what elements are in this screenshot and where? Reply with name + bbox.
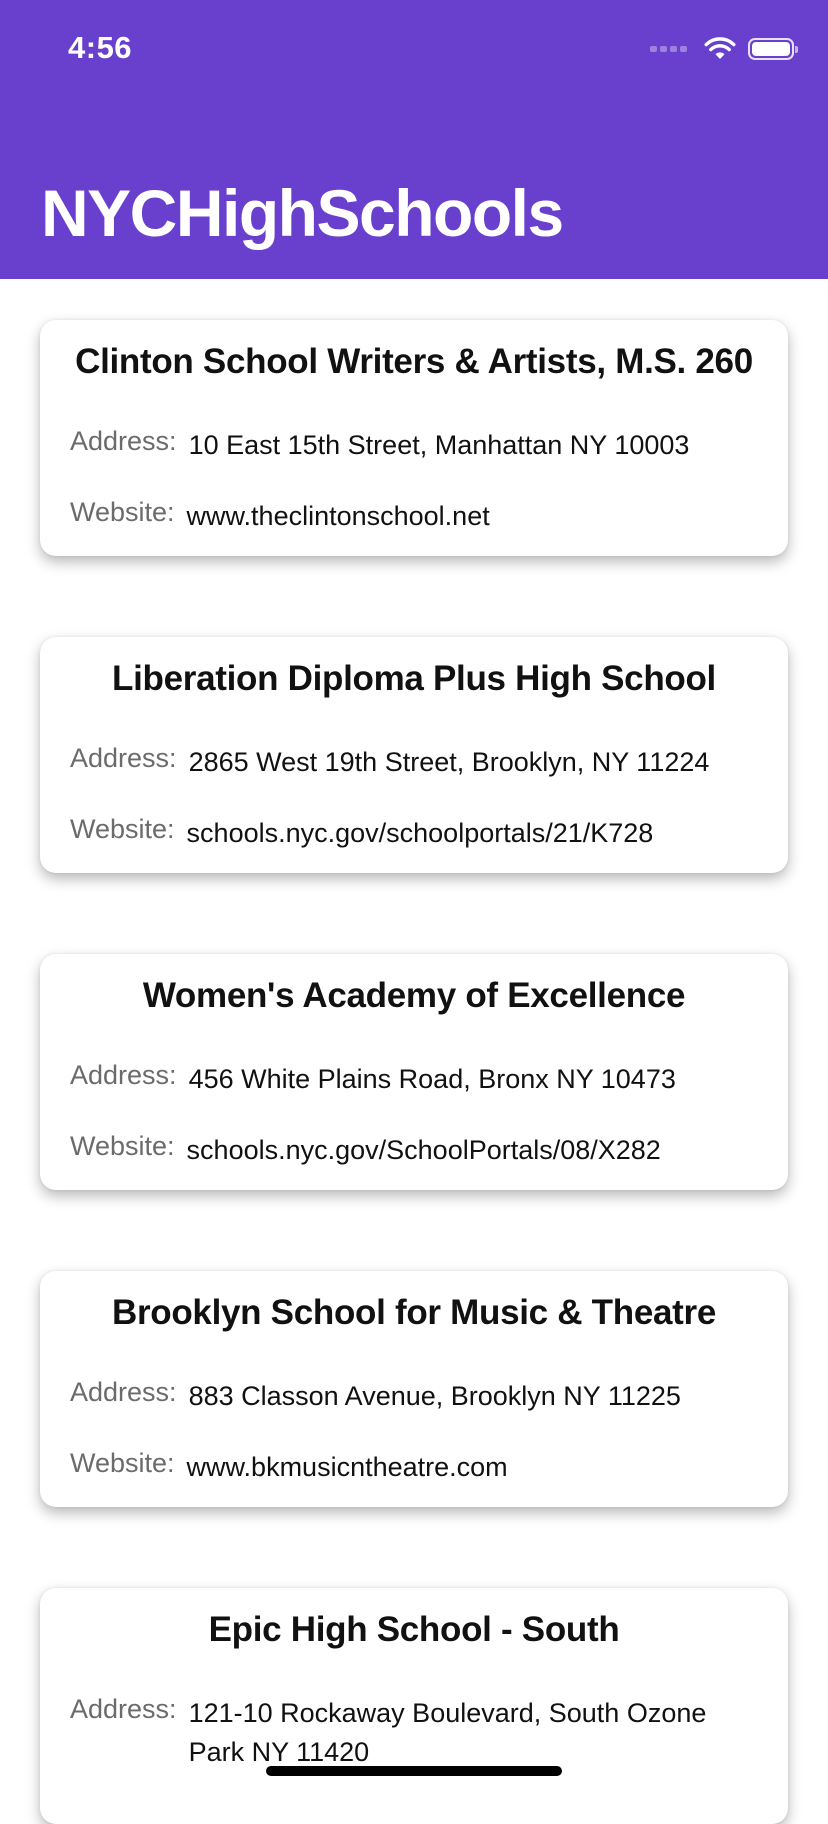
navigation-header: 4:56 NYCHighSchools [0, 0, 828, 279]
school-name: Clinton School Writers & Artists, M.S. 2… [75, 342, 753, 381]
address-row: Address: 883 Classon Avenue, Brooklyn NY… [70, 1377, 758, 1416]
address-value: 121-10 Rockaway Boulevard, South Ozone P… [188, 1698, 707, 1768]
address-value: 2865 West 19th Street, Brooklyn, NY 1122… [188, 747, 710, 777]
website-row: Website: schools.nyc.gov/SchoolPortals/0… [70, 1131, 758, 1170]
cellular-signal-icon [650, 46, 690, 52]
home-indicator[interactable] [266, 1766, 562, 1776]
website-row: Website: www.theclintonschool.net [70, 497, 758, 536]
address-label: Address: [70, 743, 177, 773]
school-name: Brooklyn School for Music & Theatre [111, 1293, 717, 1332]
website-label: Website: [70, 1448, 175, 1478]
battery-icon [748, 38, 798, 60]
status-bar-icons [650, 36, 798, 62]
school-card[interactable]: Women's Academy of Excellence Address: 4… [40, 954, 788, 1190]
website-row: Website: www.bkmusicntheatre.com [70, 1448, 758, 1487]
address-label: Address: [70, 1060, 177, 1090]
address-row: Address: 10 East 15th Street, Manhattan … [70, 426, 758, 465]
address-label: Address: [70, 426, 177, 456]
page-title: NYCHighSchools [41, 176, 564, 250]
website-label: Website: [70, 497, 175, 527]
school-card[interactable]: Liberation Diploma Plus High School Addr… [40, 637, 788, 873]
website-link[interactable]: schools.nyc.gov/schoolportals/21/K728 [187, 814, 654, 853]
school-card[interactable]: Brooklyn School for Music & Theatre Addr… [40, 1271, 788, 1507]
website-link[interactable]: www.bkmusicntheatre.com [187, 1448, 508, 1487]
website-link[interactable]: www.theclintonschool.net [187, 497, 490, 536]
address-row: Address: 121-10 Rockaway Boulevard, Sout… [70, 1694, 708, 1772]
wifi-icon [704, 37, 736, 59]
address-value: 10 East 15th Street, Manhattan NY 10003 [188, 430, 690, 460]
address-value: 456 White Plains Road, Bronx NY 10473 [188, 1064, 676, 1094]
website-label: Website: [70, 1131, 175, 1161]
website-row: Website: schools.nyc.gov/schoolportals/2… [70, 814, 758, 853]
address-label: Address: [70, 1694, 177, 1724]
address-value: 883 Classon Avenue, Brooklyn NY 11225 [188, 1381, 681, 1411]
address-label: Address: [70, 1377, 177, 1407]
status-bar-time: 4:56 [68, 30, 133, 65]
school-card[interactable]: Clinton School Writers & Artists, M.S. 2… [40, 320, 788, 556]
address-row: Address: 2865 West 19th Street, Brooklyn… [70, 743, 758, 782]
website-label: Website: [70, 814, 175, 844]
school-card[interactable]: Epic High School - South Address: 121-10… [40, 1588, 788, 1824]
school-name: Women's Academy of Excellence [142, 976, 686, 1015]
website-link[interactable]: schools.nyc.gov/SchoolPortals/08/X282 [187, 1131, 661, 1170]
school-name: Epic High School - South [208, 1610, 620, 1649]
school-name: Liberation Diploma Plus High School [112, 659, 716, 698]
address-row: Address: 456 White Plains Road, Bronx NY… [70, 1060, 758, 1099]
